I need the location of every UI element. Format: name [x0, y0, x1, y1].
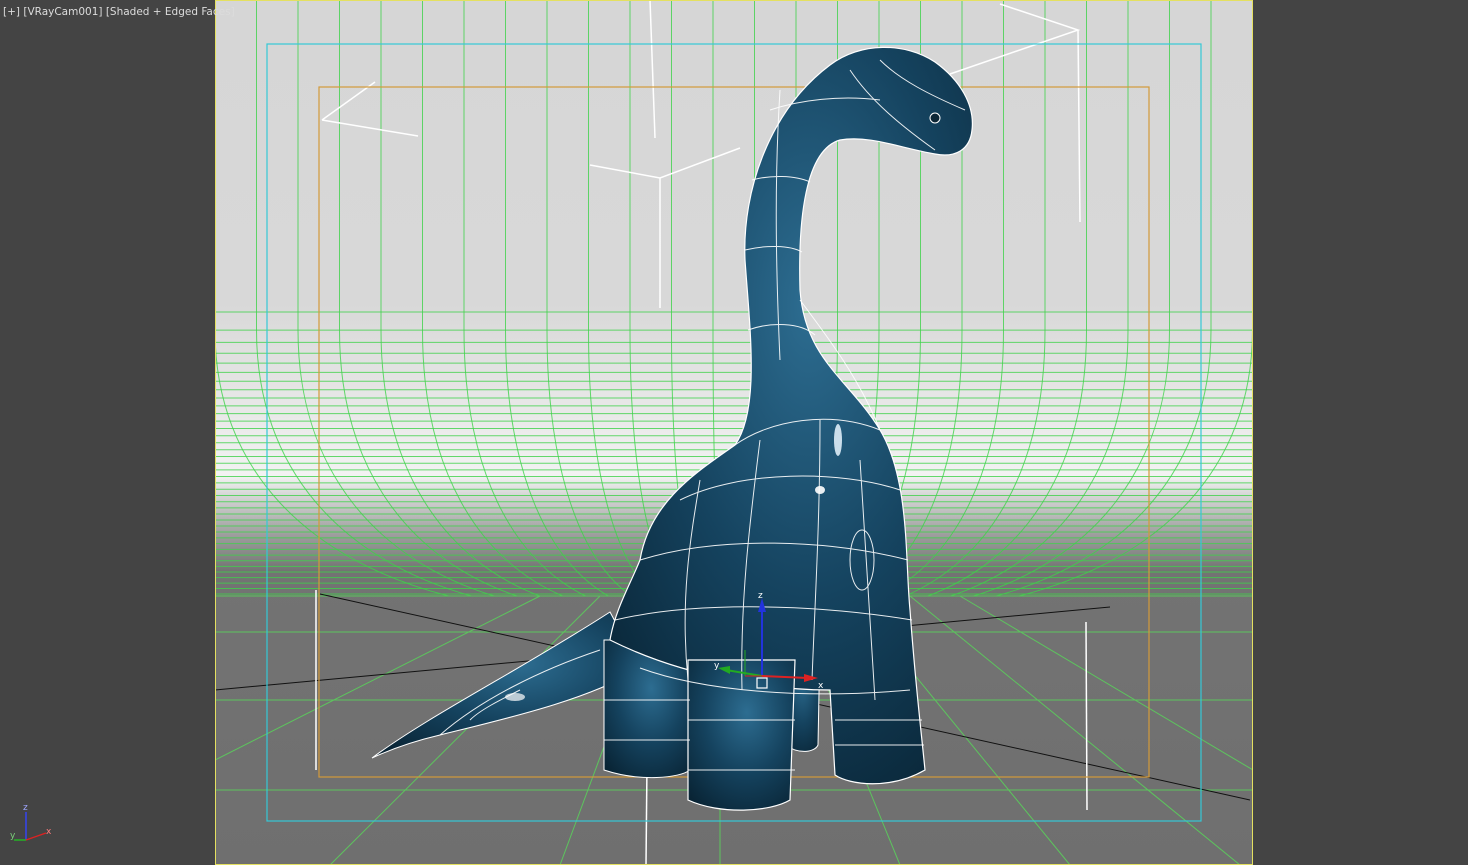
tripod-z-label: z: [23, 803, 28, 813]
viewport-label-menu: [+] [VRayCam001] [Shaded + Edged Faces]: [3, 4, 235, 20]
gizmo-z-label: z: [758, 591, 763, 601]
viewport-3d[interactable]: z y x: [0, 0, 1468, 865]
tripod-x-label: x: [46, 827, 52, 837]
gizmo-y-label: y: [714, 661, 720, 671]
world-axis-tripod: z y x: [10, 803, 52, 841]
tripod-y-label: y: [10, 831, 16, 841]
viewport-general-menu[interactable]: [+]: [3, 6, 20, 18]
viewport-shading-menu[interactable]: [Shaded + Edged Faces]: [106, 6, 235, 18]
gizmo-x-label: x: [818, 681, 824, 691]
viewport-camera-menu[interactable]: [VRayCam001]: [23, 6, 102, 18]
